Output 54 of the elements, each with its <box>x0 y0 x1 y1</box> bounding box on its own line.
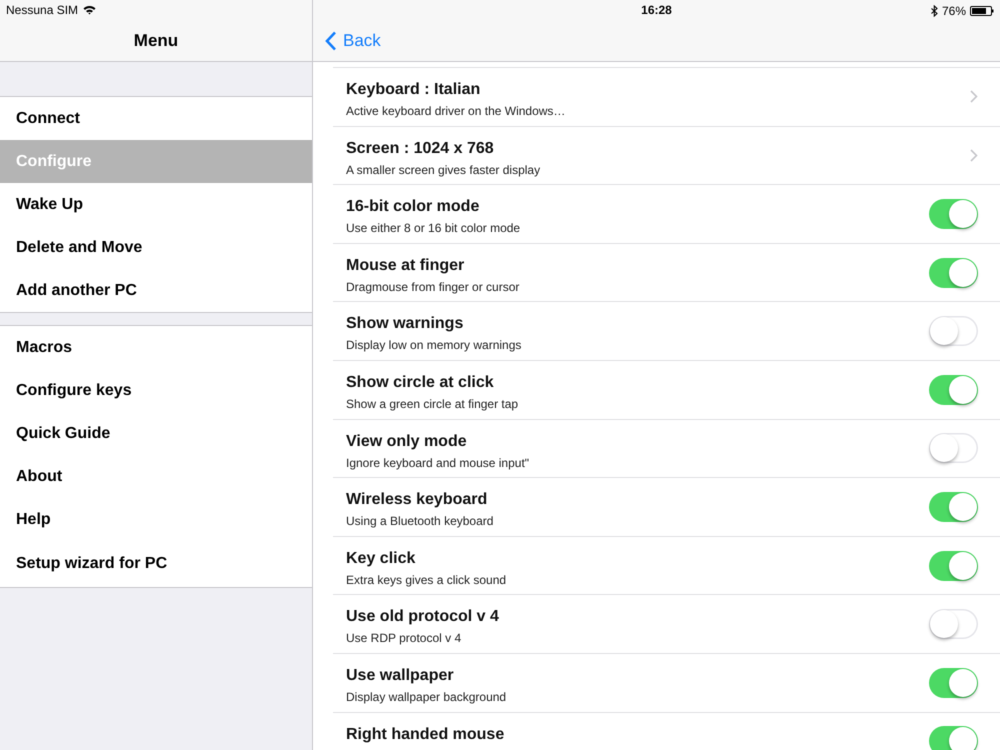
setting-description: Show a green circle at finger tap <box>346 396 518 411</box>
setting-description: Using a Bluetooth keyboard <box>346 514 494 528</box>
setting-title: Keyboard : Italian <box>346 81 482 99</box>
setting-description: Use either 8 or 16 bit color mode <box>346 221 520 236</box>
setting-description: Display low on memory warnings <box>346 338 522 352</box>
setting-title: Use old protocol v 4 <box>346 608 499 626</box>
menu-item[interactable]: Wake Up <box>0 183 312 226</box>
toggle-switch[interactable] <box>929 492 978 522</box>
setting-description: Use RDP protocol v 4 <box>346 631 462 646</box>
toggle-switch[interactable] <box>929 198 978 229</box>
setting-title: View only mode <box>346 432 468 451</box>
menu-item[interactable]: Macros <box>0 326 312 369</box>
menu-item[interactable]: Configure keys <box>0 369 312 412</box>
toggle-switch[interactable] <box>929 726 978 750</box>
menu-item[interactable]: Connect <box>0 97 312 140</box>
menu-item[interactable]: Quick Guide <box>0 412 312 455</box>
toggle-switch[interactable] <box>929 316 978 346</box>
bluetooth-icon <box>930 5 938 17</box>
menu-item[interactable]: Delete and Move <box>0 226 312 269</box>
setting-description: Display wallpaper background <box>346 690 506 704</box>
menu-item[interactable]: About <box>0 455 312 498</box>
toggle-switch[interactable] <box>929 550 978 581</box>
setting-title: Key click <box>346 550 416 568</box>
menu-title: Menu <box>134 30 178 50</box>
setting-title: Show warnings <box>346 315 464 334</box>
setting-title: Wireless keyboard <box>346 491 488 510</box>
toggle-switch[interactable] <box>929 609 978 640</box>
battery-icon <box>970 6 994 16</box>
toggle-switch[interactable] <box>929 374 978 405</box>
carrier-text: Nessuna SIM <box>6 3 78 17</box>
menu-item[interactable]: Add another PC <box>0 269 312 312</box>
chevron-left-icon <box>325 30 337 50</box>
chevron-right-icon[interactable] <box>970 90 978 104</box>
setting-description: Active keyboard driver on the Windows… <box>346 104 566 118</box>
chevron-right-icon[interactable] <box>970 148 978 162</box>
menu-item[interactable]: Setup wizard for PC <box>0 541 312 587</box>
setting-title: Right handed mouse <box>346 726 504 744</box>
setting-title: 16-bit color mode <box>346 198 480 216</box>
battery-percent: 76% <box>942 4 966 18</box>
setting-title: Show circle at click <box>346 374 495 392</box>
setting-description: Dragmouse from finger or cursor <box>346 280 520 294</box>
toggle-switch[interactable] <box>929 668 978 698</box>
toggle-switch[interactable] <box>929 258 978 288</box>
clock-text: 16:28 <box>641 3 672 17</box>
setting-title: Screen : 1024 x 768 <box>346 140 495 158</box>
menu-item[interactable]: Help <box>0 498 312 541</box>
wifi-icon <box>83 5 96 15</box>
setting-description: A smaller screen gives faster display <box>346 162 540 177</box>
setting-description: Extra keys gives a click sound <box>346 572 506 587</box>
setting-description: Ignore keyboard and mouse input" <box>346 456 530 470</box>
setting-title: Mouse at finger <box>346 256 466 275</box>
back-button[interactable]: Back <box>325 30 381 50</box>
toggle-switch[interactable] <box>929 433 978 464</box>
setting-title: Use wallpaper <box>346 666 455 685</box>
